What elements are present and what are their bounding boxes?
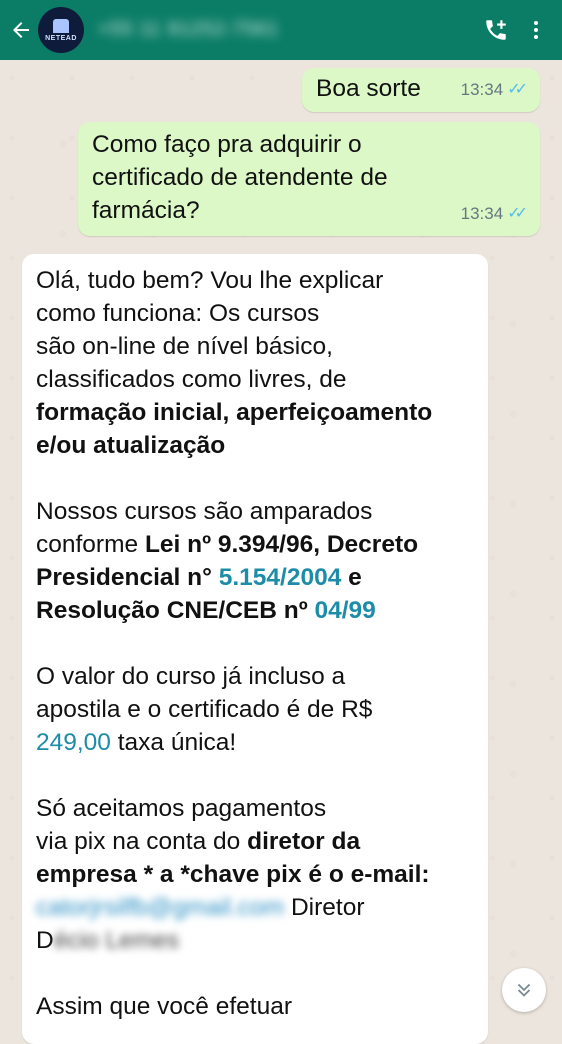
message-meta: 13:34 ✓✓	[461, 197, 528, 230]
text-line: Assim que você efetuar	[36, 993, 293, 1020]
text-line: conforme Lei nº 9.394/96, Decreto	[36, 528, 482, 561]
arrow-left-icon	[13, 22, 29, 38]
read-ticks-icon: ✓✓	[507, 81, 528, 98]
text-line-bold: formação inicial, aperfeiçoamento	[36, 399, 433, 426]
add-call-icon	[486, 20, 506, 40]
text-span-bold: e	[341, 564, 362, 591]
message-outgoing[interactable]: Boa sorte 13:34 ✓✓	[302, 68, 540, 112]
scroll-to-bottom-button[interactable]	[502, 968, 546, 1012]
message-time: 13:34	[460, 204, 504, 223]
text-line: Presidencial n° 5.154/2004 e	[36, 561, 482, 594]
message-text: Como faço pra adquirir o certificado de …	[92, 131, 388, 224]
text-span-bold: Resolução CNE/CEB nº	[36, 597, 315, 624]
number-link[interactable]: 249,00	[36, 729, 111, 756]
more-vert-icon	[534, 21, 538, 39]
text-span: taxa única!	[110, 729, 237, 756]
chat-header: NETEAD +55 11 91252-7561	[0, 0, 562, 60]
text-line: catorjrsilfb@gmail.com Diretor	[36, 891, 482, 924]
text-line: Só aceitamos pagamentos	[36, 795, 327, 822]
phone-link[interactable]: 5.154/2004	[219, 564, 342, 591]
message-time: 13:34	[460, 80, 504, 99]
text-line: 249,00 taxa única!	[36, 726, 482, 759]
text-span: D	[36, 927, 54, 954]
avatar[interactable]: NETEAD	[38, 7, 84, 53]
text-span: conforme	[36, 531, 145, 558]
message-outgoing[interactable]: Como faço pra adquirir o certificado de …	[78, 122, 540, 236]
back-button[interactable]	[4, 0, 38, 60]
text-line: Olá, tudo bem? Vou lhe explicar	[36, 267, 384, 294]
message-meta: 13:34 ✓✓	[461, 73, 528, 106]
text-line: Nossos cursos são amparados	[36, 498, 373, 525]
more-options-button[interactable]	[516, 0, 556, 60]
logo-icon	[53, 18, 69, 33]
add-call-button[interactable]	[476, 0, 516, 60]
text-span-bold: Lei nº 9.394/96, Decreto	[144, 531, 419, 558]
message-body: Olá, tudo bem? Vou lhe explicar como fun…	[36, 264, 482, 1023]
text-line-bold: empresa * a *chave pix é o e-mail:	[36, 861, 430, 888]
message-text: Boa sorte	[316, 75, 421, 102]
read-ticks-icon: ✓✓	[507, 205, 528, 222]
double-chevron-down-icon	[517, 983, 531, 997]
email-link[interactable]: catorjrsilfb@gmail.com	[36, 894, 284, 921]
contact-name[interactable]: +55 11 91252-7561	[98, 19, 279, 41]
text-span-bold: Presidencial n°	[36, 564, 219, 591]
text-span-bold: diretor da	[247, 828, 361, 855]
text-line: via pix na conta do diretor da	[36, 825, 482, 858]
text-line: como funciona: Os cursos	[36, 300, 320, 327]
avatar-label: NETEAD	[45, 34, 77, 42]
text-line: Décio Lemes	[36, 924, 482, 957]
text-line-bold: e/ou atualização	[36, 432, 226, 459]
text-line: O valor do curso já incluso a	[36, 663, 346, 690]
text-line: apostila e o certificado é de R$	[36, 696, 373, 723]
redacted-name: écio Lemes	[53, 927, 179, 954]
text-span: via pix na conta do	[36, 828, 248, 855]
number-link[interactable]: 04/99	[315, 597, 376, 624]
text-line: Resolução CNE/CEB nº 04/99	[36, 594, 482, 627]
text-span: Diretor	[284, 894, 365, 921]
text-line: classificados como livres, de	[36, 366, 347, 393]
text-line: são on-line de nível básico,	[36, 333, 333, 360]
message-incoming[interactable]: Olá, tudo bem? Vou lhe explicar como fun…	[22, 254, 488, 1044]
